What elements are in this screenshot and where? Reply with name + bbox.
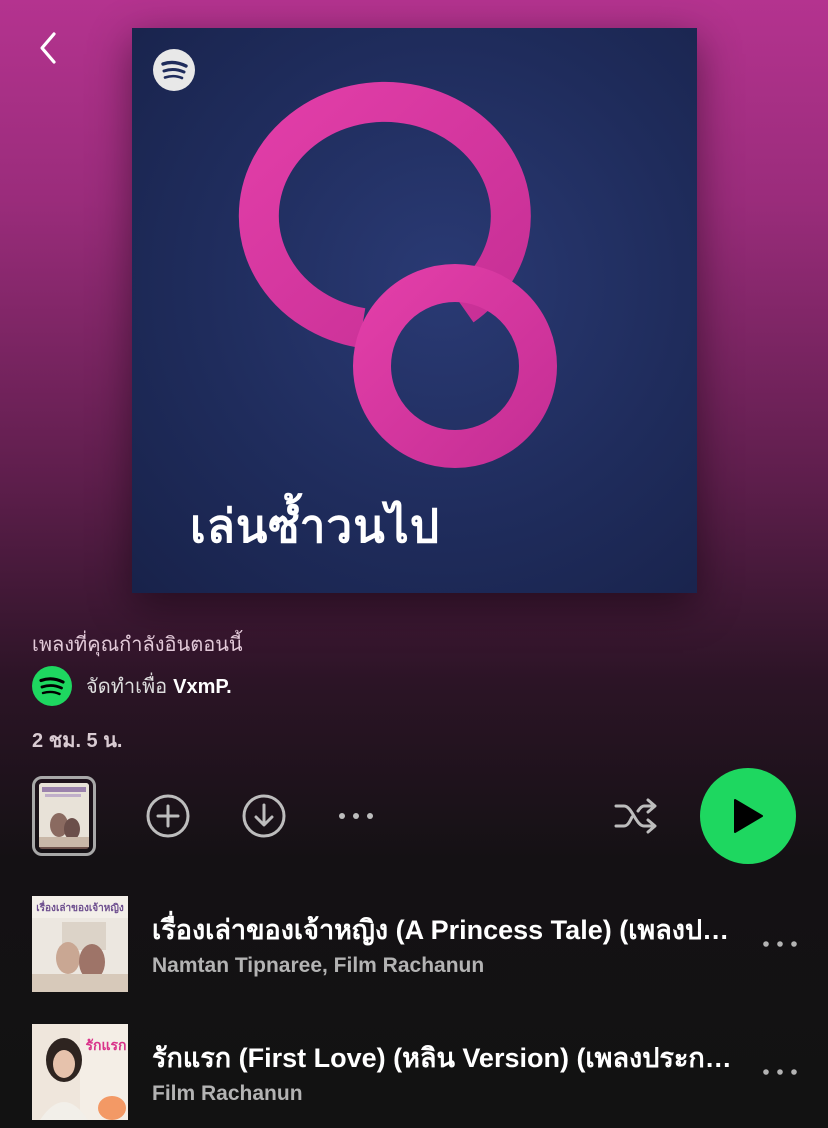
playlist-duration: 2 ชม. 5 น. xyxy=(32,730,123,752)
more-options-button[interactable] xyxy=(332,792,380,840)
track-artwork-text: เรื่องเล่าของเจ้าหญิง xyxy=(36,900,124,914)
spotify-logo-icon xyxy=(153,49,195,91)
chevron-left-icon xyxy=(40,32,56,64)
track-artwork: เรื่องเล่าของเจ้าหญิง xyxy=(32,896,128,992)
track-artwork-text: รักแรก xyxy=(85,1038,126,1054)
play-icon xyxy=(734,799,763,833)
download-button[interactable] xyxy=(240,792,288,840)
play-button[interactable] xyxy=(700,768,796,864)
back-button[interactable] xyxy=(28,28,68,68)
user-name[interactable]: VxmP. xyxy=(173,676,232,698)
track-artist: Namtan Tipnaree, Film Rachanun xyxy=(152,954,485,977)
track-artwork-image: เรื่องเล่าของเจ้าหญิง xyxy=(32,896,128,992)
playlist-description: เพลงที่คุณกำลังอินตอนนี้ xyxy=(32,634,243,656)
preview-art xyxy=(39,783,89,847)
track-title: เรื่องเล่าของเจ้าหญิง (A Princess Tale) … xyxy=(152,915,742,945)
action-bar xyxy=(0,768,828,864)
track-artist: Film Rachanun xyxy=(152,1082,303,1105)
cover-title: เล่นซ้ำวนไป xyxy=(190,499,441,553)
track-more-button[interactable] xyxy=(760,932,800,956)
preview-thumbnail xyxy=(39,783,89,849)
made-for-label: จัดทำเพื่อ xyxy=(86,676,168,698)
track-artwork: รักแรก xyxy=(32,1024,128,1120)
add-to-library-button[interactable] xyxy=(144,792,192,840)
track-row[interactable]: รักแรก รักแรก (First Love) (หลิน Version… xyxy=(0,1024,828,1124)
playlist-cover: เล่นซ้ำวนไป xyxy=(132,28,697,593)
shuffle-button[interactable] xyxy=(612,792,660,840)
track-artwork-image: รักแรก xyxy=(32,1024,128,1120)
track-row[interactable]: เรื่องเล่าของเจ้าหญิง เรื่องเล่าของเจ้าห… xyxy=(0,896,828,996)
track-more-button[interactable] xyxy=(760,1060,800,1084)
spotify-logo-icon xyxy=(32,666,72,706)
preview-thumbnail-button[interactable] xyxy=(32,776,96,856)
track-title: รักแรก (First Love) (หลิน Version) (เพลง… xyxy=(152,1043,742,1073)
made-for-row[interactable]: จัดทำเพื่อ VxmP. xyxy=(32,666,232,706)
